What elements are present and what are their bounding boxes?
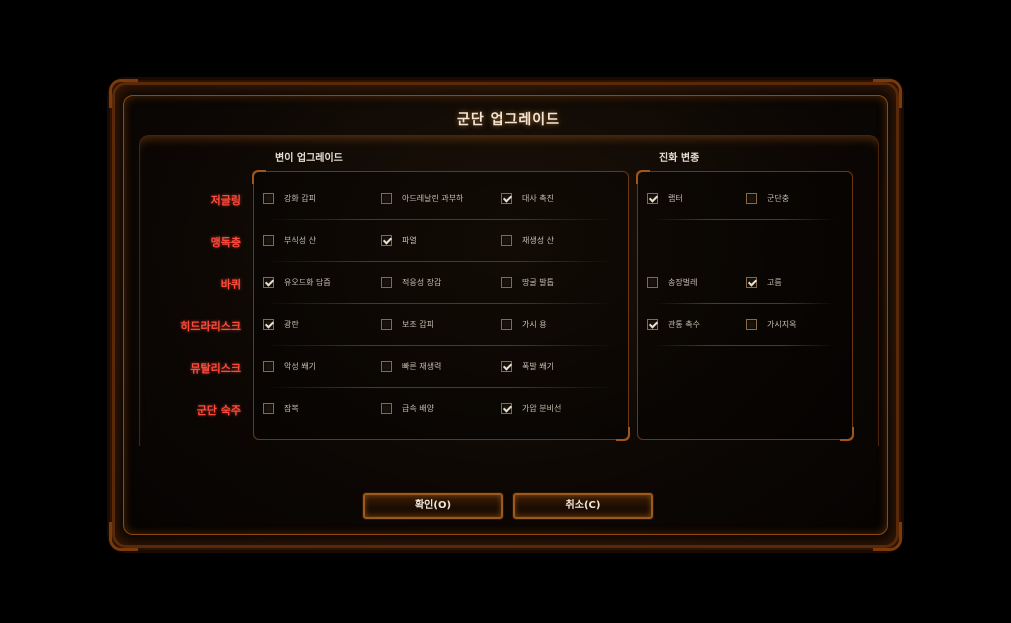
- mutation-label: 부식성 산: [284, 235, 316, 245]
- evolution-option[interactable]: 관통 촉수: [647, 317, 700, 331]
- mutation-option[interactable]: 가압 분비선: [501, 401, 561, 415]
- checkbox-checked[interactable]: [647, 192, 658, 204]
- evolution-label: 송장벌레: [668, 277, 698, 287]
- frame-corner-ornament: [109, 522, 138, 551]
- checkbox[interactable]: [501, 276, 512, 288]
- checkbox[interactable]: [501, 318, 512, 330]
- evolution-label: 랩터: [668, 193, 683, 203]
- checkbox[interactable]: [263, 192, 274, 204]
- mutation-option[interactable]: 땅굴 발톱: [501, 275, 554, 289]
- checkbox[interactable]: [381, 192, 392, 204]
- checkbox[interactable]: [381, 360, 392, 372]
- mutation-option[interactable]: 보조 갑피: [381, 317, 434, 331]
- checkbox[interactable]: [263, 402, 274, 414]
- row-divider: [265, 345, 615, 346]
- evolution-option[interactable]: 고름: [746, 275, 782, 289]
- row-divider: [265, 261, 615, 262]
- mutation-option[interactable]: 폭발 쐐기: [501, 359, 554, 373]
- evolution-label: 관통 촉수: [668, 319, 700, 329]
- checkbox[interactable]: [647, 276, 658, 288]
- row-divider: [265, 303, 615, 304]
- mutation-option[interactable]: 잠복: [263, 401, 299, 415]
- checkbox-checked[interactable]: [647, 318, 658, 330]
- frame-corner-ornament: [873, 522, 902, 551]
- unit-label: 바퀴: [220, 278, 241, 291]
- checkbox-checked[interactable]: [746, 276, 757, 288]
- mutation-label: 적응성 장갑: [402, 277, 442, 287]
- mutation-label: 아드레날린 과부하: [402, 193, 464, 203]
- mutation-panel: [252, 170, 630, 441]
- mutation-label: 강화 갑피: [284, 193, 316, 203]
- row-divider: [265, 387, 615, 388]
- legion-upgrade-dialog: 군단 업그레이드 변이 업그레이드 진화 변종 저글링 강화 갑피 아드레날린 과부…: [109, 79, 902, 551]
- mutation-option[interactable]: 급속 배양: [381, 401, 434, 415]
- mutation-label: 폭발 쐐기: [522, 361, 554, 371]
- dialog-title: 군단 업그레이드: [456, 112, 561, 128]
- cancel-button[interactable]: 취소(C): [513, 493, 653, 519]
- checkbox[interactable]: [263, 234, 274, 246]
- unit-label: 히드라리스크: [180, 320, 241, 333]
- mutation-option[interactable]: 가시 용: [501, 317, 547, 331]
- row-divider: [655, 345, 835, 346]
- evolution-label: 가시지옥: [767, 319, 797, 329]
- unit-label: 군단 숙주: [196, 404, 241, 417]
- mutation-label: 대사 촉진: [522, 193, 554, 203]
- unit-label: 뮤탈리스크: [190, 362, 241, 375]
- mutation-label: 광란: [284, 319, 299, 329]
- mutation-label: 땅굴 발톱: [522, 277, 554, 287]
- mutation-option[interactable]: 부식성 산: [263, 233, 316, 247]
- mutation-label: 빠른 재생력: [402, 361, 442, 371]
- mutation-option[interactable]: 파열: [381, 233, 417, 247]
- checkbox[interactable]: [381, 402, 392, 414]
- mutation-option[interactable]: 유오드화 담즙: [263, 275, 331, 289]
- mutation-label: 파열: [402, 235, 417, 245]
- checkbox-checked[interactable]: [501, 360, 512, 372]
- mutation-label: 악성 쐐기: [284, 361, 316, 371]
- evolution-label: 군단충: [767, 193, 790, 203]
- checkbox[interactable]: [381, 318, 392, 330]
- mutation-option[interactable]: 악성 쐐기: [263, 359, 316, 373]
- mutation-label: 유오드화 담즙: [284, 277, 331, 287]
- mutation-header: 변이 업그레이드: [275, 153, 343, 164]
- mutation-option[interactable]: 강화 갑피: [263, 191, 316, 205]
- mutation-label: 재생성 산: [522, 235, 554, 245]
- mutation-option[interactable]: 빠른 재생력: [381, 359, 441, 373]
- row-divider: [265, 219, 615, 220]
- evolution-label: 고름: [767, 277, 782, 287]
- checkbox-checked[interactable]: [501, 402, 512, 414]
- unit-label: 맹독충: [210, 236, 241, 249]
- evolution-option[interactable]: 송장벌레: [647, 275, 697, 289]
- mutation-option[interactable]: 재생성 산: [501, 233, 554, 247]
- checkbox-checked[interactable]: [263, 318, 274, 330]
- evolution-panel: [636, 170, 854, 441]
- row-divider: [655, 219, 835, 220]
- evolution-header: 진화 변종: [659, 153, 700, 164]
- ok-button[interactable]: 확인(O): [363, 493, 503, 519]
- mutation-label: 가시 용: [522, 319, 547, 329]
- row-divider: [655, 303, 835, 304]
- frame-corner-ornament: [109, 79, 138, 108]
- mutation-label: 잠복: [284, 403, 299, 413]
- checkbox-checked[interactable]: [381, 234, 392, 246]
- unit-label: 저글링: [210, 194, 241, 207]
- mutation-option[interactable]: 적응성 장갑: [381, 275, 441, 289]
- mutation-option[interactable]: 아드레날린 과부하: [381, 191, 463, 205]
- checkbox[interactable]: [263, 360, 274, 372]
- checkbox[interactable]: [501, 234, 512, 246]
- evolution-option[interactable]: 군단충: [746, 191, 789, 205]
- checkbox-checked[interactable]: [263, 276, 274, 288]
- mutation-label: 가압 분비선: [522, 403, 562, 413]
- checkbox[interactable]: [746, 318, 757, 330]
- mutation-option[interactable]: 대사 촉진: [501, 191, 554, 205]
- checkbox[interactable]: [746, 192, 757, 204]
- mutation-option[interactable]: 광란: [263, 317, 299, 331]
- checkbox-checked[interactable]: [501, 192, 512, 204]
- evolution-option[interactable]: 랩터: [647, 191, 683, 205]
- mutation-label: 급속 배양: [402, 403, 434, 413]
- checkbox[interactable]: [381, 276, 392, 288]
- evolution-option[interactable]: 가시지옥: [746, 317, 796, 331]
- frame-corner-ornament: [873, 79, 902, 108]
- mutation-label: 보조 갑피: [402, 319, 434, 329]
